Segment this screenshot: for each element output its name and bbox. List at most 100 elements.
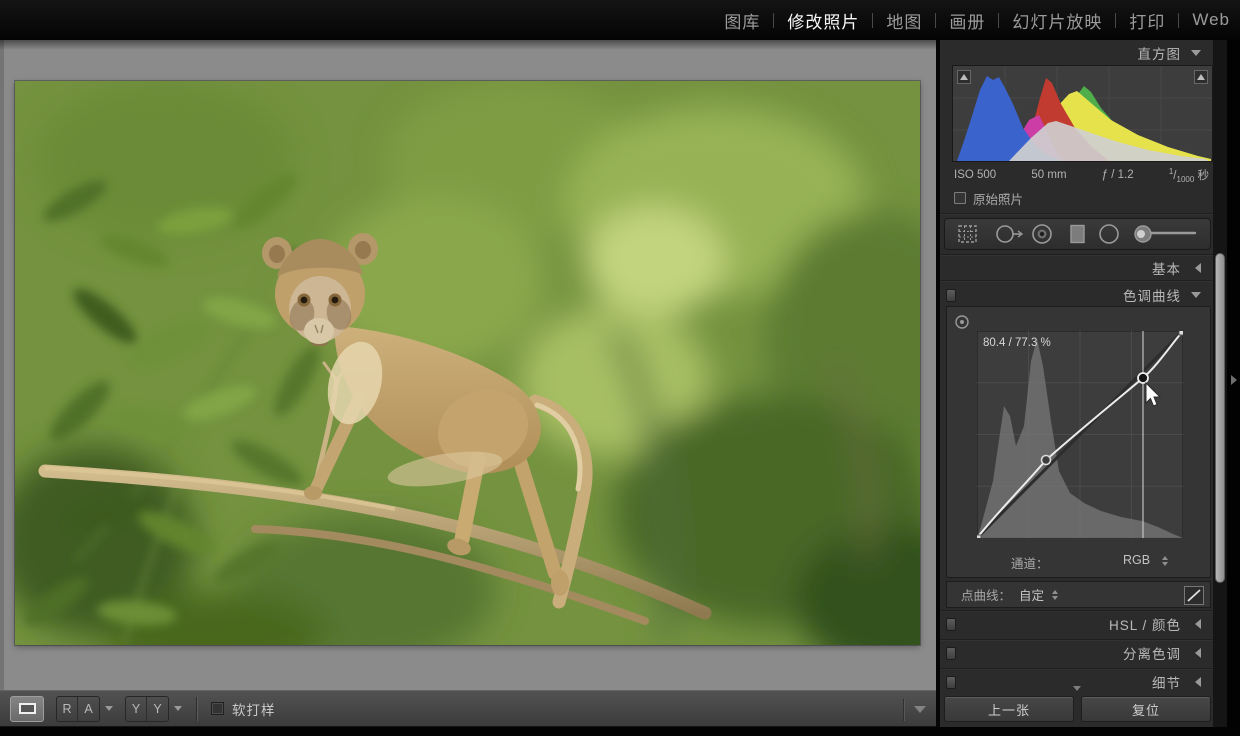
basic-panel-header[interactable]: 基本 bbox=[940, 257, 1213, 279]
exif-shutter-speed: 1/1000 秒 bbox=[1168, 166, 1209, 184]
module-divider bbox=[935, 12, 937, 28]
compare-dropdown-icon[interactable] bbox=[105, 706, 113, 711]
canvas-top-shadow bbox=[0, 40, 936, 50]
radial-filter-icon[interactable] bbox=[1099, 224, 1119, 244]
module-divider bbox=[1115, 12, 1117, 28]
show-panel-arrow-icon[interactable] bbox=[1231, 375, 1237, 385]
point-curve-label: 点曲线： bbox=[961, 589, 1012, 603]
photo-monkey-on-branch[interactable] bbox=[15, 81, 920, 645]
panel-enable-toggle[interactable] bbox=[946, 617, 956, 631]
exif-focal-length: 50 mm bbox=[1031, 169, 1067, 181]
target-adjustment-tool-icon[interactable] bbox=[953, 313, 971, 331]
spot-removal-icon[interactable] bbox=[996, 225, 1024, 243]
exif-aperture: ƒ / 1.2 bbox=[1101, 169, 1134, 181]
develop-canvas bbox=[0, 40, 936, 690]
chevron-left-icon bbox=[1195, 648, 1201, 658]
original-photo-row: 原始照片 bbox=[954, 190, 1023, 207]
point-curve-icon bbox=[1187, 589, 1201, 602]
before-after-view-button[interactable]: Y Y bbox=[125, 695, 169, 722]
panel-enable-toggle[interactable] bbox=[946, 646, 956, 660]
histogram-graph bbox=[953, 66, 1212, 161]
before-label: Y bbox=[126, 696, 147, 721]
after-label: Y bbox=[153, 701, 162, 716]
module-library[interactable]: 图库 bbox=[724, 8, 760, 33]
chevron-down-icon bbox=[1191, 50, 1201, 56]
chevron-down-icon bbox=[1191, 292, 1201, 298]
loupe-view-icon bbox=[18, 703, 36, 714]
canvas-left-margin bbox=[0, 40, 4, 690]
point-curve-select[interactable]: 自定 bbox=[1019, 585, 1044, 604]
module-divider bbox=[872, 12, 874, 28]
module-divider bbox=[773, 12, 775, 28]
split-toning-panel-header[interactable]: 分离色调 bbox=[940, 642, 1213, 664]
triangle-up-icon bbox=[1197, 74, 1205, 80]
panel-collapse-arrow-icon[interactable] bbox=[1073, 686, 1081, 691]
before-after-dropdown-icon[interactable] bbox=[174, 706, 182, 711]
module-print[interactable]: 打印 bbox=[1129, 8, 1165, 33]
module-map[interactable]: 地图 bbox=[886, 8, 922, 33]
previous-button[interactable]: 上一张 bbox=[944, 696, 1074, 722]
compare-view-button[interactable]: R A bbox=[56, 695, 100, 722]
histogram[interactable] bbox=[952, 65, 1213, 162]
point-curve-stepper-icon[interactable] bbox=[1052, 589, 1059, 600]
exif-info-row: ISO 500 50 mm ƒ / 1.2 1/1000 秒 bbox=[952, 166, 1213, 184]
toolbar-right-controls bbox=[903, 691, 926, 728]
compare-before-label: R bbox=[57, 696, 78, 721]
toolbar-divider bbox=[903, 698, 904, 721]
module-picker-bar: 图库 修改照片 地图 画册 幻灯片放映 打印 Web bbox=[0, 0, 1240, 40]
histogram-panel-header[interactable]: 直方图 bbox=[940, 42, 1213, 64]
graduated-filter-icon[interactable] bbox=[1070, 224, 1085, 244]
toolbar-options-triangle-icon[interactable] bbox=[914, 706, 926, 713]
red-eye-correction-icon[interactable] bbox=[1032, 224, 1052, 244]
chevron-left-icon bbox=[1195, 677, 1201, 687]
reset-button[interactable]: 复位 bbox=[1081, 696, 1211, 722]
shadow-clipping-indicator[interactable] bbox=[957, 70, 971, 84]
compare-after-label: A bbox=[84, 701, 93, 716]
channel-stepper-icon[interactable] bbox=[1162, 556, 1168, 566]
hsl-color-panel-header[interactable]: HSL / 颜色 bbox=[940, 613, 1213, 635]
highlight-clipping-indicator[interactable] bbox=[1194, 70, 1208, 84]
bottom-edge bbox=[0, 727, 1240, 736]
soft-proofing-label: 软打样 bbox=[232, 702, 276, 718]
channel-select[interactable]: RGB bbox=[1123, 553, 1150, 567]
exif-iso: ISO 500 bbox=[954, 169, 997, 181]
soft-proofing-checkbox[interactable] bbox=[211, 702, 224, 715]
edit-point-curve-button[interactable] bbox=[1184, 586, 1204, 605]
soft-proofing-control: 软打样 bbox=[211, 699, 276, 719]
tone-curve-content: 80.4 / 77.3 % 通道： RGB bbox=[946, 306, 1211, 578]
module-web[interactable]: Web bbox=[1192, 10, 1230, 30]
section-separator bbox=[940, 280, 1213, 282]
module-divider bbox=[1178, 12, 1180, 28]
section-separator bbox=[940, 639, 1213, 641]
curve-point-active bbox=[1137, 372, 1149, 384]
lightroom-develop-window: 图库 修改照片 地图 画册 幻灯片放映 打印 Web 直方图 ISO 500 5… bbox=[0, 0, 1240, 736]
photo-illustration bbox=[15, 81, 920, 645]
panel-enable-toggle[interactable] bbox=[946, 675, 956, 689]
panel-enable-toggle[interactable] bbox=[946, 288, 956, 302]
right-panel: 直方图 ISO 500 50 mm ƒ / 1.2 1/1000 秒 原始照片 … bbox=[940, 40, 1213, 728]
original-photo-checkbox[interactable] bbox=[954, 192, 966, 204]
basic-title: 基本 bbox=[1152, 262, 1181, 277]
curve-point bbox=[1040, 454, 1052, 466]
tone-curve-title: 色调曲线 bbox=[1123, 289, 1181, 304]
loupe-view-button[interactable] bbox=[10, 695, 44, 722]
tone-curve-panel-header[interactable]: 色调曲线 bbox=[940, 284, 1213, 306]
section-separator bbox=[940, 668, 1213, 670]
view-toolbar: R A Y Y 软打样 bbox=[0, 690, 936, 727]
point-curve-row: 点曲线： 自定 bbox=[946, 581, 1211, 608]
module-slideshow[interactable]: 幻灯片放映 bbox=[1012, 8, 1102, 33]
previous-button-label: 上一张 bbox=[987, 702, 1030, 718]
adjustment-brush-icon[interactable] bbox=[1134, 225, 1197, 243]
module-develop[interactable]: 修改照片 bbox=[787, 8, 859, 33]
hsl-color-title: HSL / 颜色 bbox=[1108, 618, 1181, 633]
right-panel-gutter[interactable] bbox=[1227, 40, 1240, 728]
module-book[interactable]: 画册 bbox=[949, 8, 985, 33]
panel-scrollbar-thumb[interactable] bbox=[1215, 253, 1225, 583]
triangle-up-icon bbox=[960, 74, 968, 80]
crop-overlay-icon[interactable] bbox=[958, 225, 977, 243]
tone-curve-graph[interactable]: 80.4 / 77.3 % bbox=[973, 327, 1187, 543]
split-toning-title: 分离色调 bbox=[1123, 647, 1181, 662]
module-divider bbox=[998, 12, 1000, 28]
chevron-left-icon bbox=[1195, 263, 1201, 273]
channel-row: 通道： RGB bbox=[947, 553, 1210, 571]
